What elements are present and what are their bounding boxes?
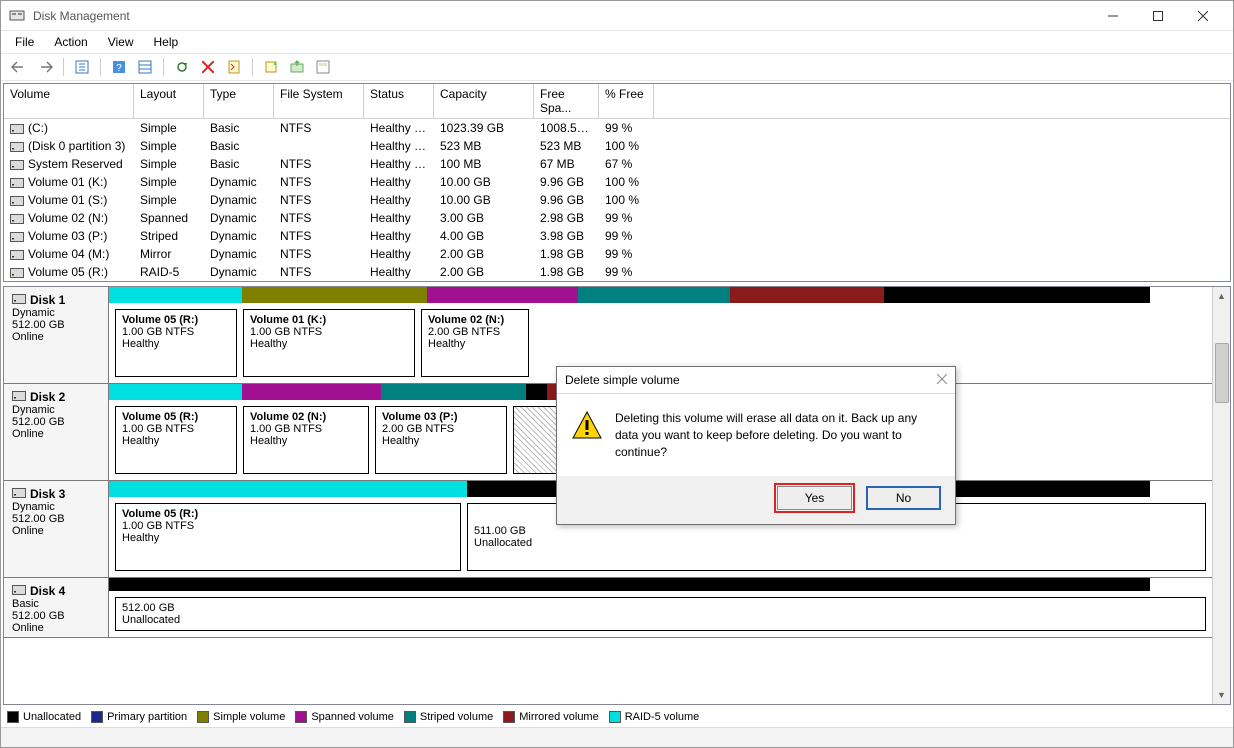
dialog-message: Deleting this volume will erase all data… <box>615 410 941 460</box>
scroll-up-icon[interactable]: ▲ <box>1215 289 1229 303</box>
delete-volume-dialog: Delete simple volume Deleting this volum… <box>556 366 956 525</box>
scroll-down-icon[interactable]: ▼ <box>1215 688 1229 702</box>
disk-icon <box>12 390 26 404</box>
col-filesystem[interactable]: File System <box>274 84 364 118</box>
menu-view[interactable]: View <box>100 33 142 51</box>
volume-row[interactable]: Volume 05 (R:)RAID-5DynamicNTFSHealthy2.… <box>4 263 1230 281</box>
delete-icon[interactable] <box>198 57 218 77</box>
drive-icon <box>10 195 24 205</box>
properties-icon[interactable] <box>224 57 244 77</box>
drive-icon <box>10 141 24 151</box>
drive-icon <box>10 231 24 241</box>
drive-icon <box>10 177 24 187</box>
disk-icon <box>12 584 26 598</box>
volume-list: Volume Layout Type File System Status Ca… <box>3 83 1231 282</box>
col-volume[interactable]: Volume <box>4 84 134 118</box>
legend-spanned: Spanned volume <box>295 711 394 723</box>
volume-box[interactable]: Volume 02 (N:)1.00 GB NTFSHealthy <box>243 406 369 474</box>
legend-primary: Primary partition <box>91 711 187 723</box>
drive-icon <box>10 123 24 133</box>
disk-icon <box>12 293 26 307</box>
volume-box[interactable]: Volume 01 (K:)1.00 GB NTFSHealthy <box>243 309 415 377</box>
col-type[interactable]: Type <box>204 84 274 118</box>
vertical-scrollbar[interactable]: ▲ ▼ <box>1212 287 1230 704</box>
drive-icon <box>10 267 24 277</box>
back-button[interactable] <box>9 57 29 77</box>
new-icon[interactable] <box>261 57 281 77</box>
warning-icon <box>571 410 603 442</box>
legend-unallocated: Unallocated <box>7 711 81 723</box>
drive-icon <box>10 159 24 169</box>
show-hide-console-tree-icon[interactable] <box>72 57 92 77</box>
volume-box[interactable]: Volume 05 (R:)1.00 GB NTFSHealthy <box>115 503 461 571</box>
minimize-button[interactable] <box>1090 2 1135 30</box>
unallocated-box[interactable]: 512.00 GBUnallocated <box>115 597 1206 631</box>
col-layout[interactable]: Layout <box>134 84 204 118</box>
volume-list-header: Volume Layout Type File System Status Ca… <box>4 84 1230 119</box>
app-icon <box>9 8 25 24</box>
close-button[interactable] <box>1180 2 1225 30</box>
dialog-no-button[interactable]: No <box>866 486 941 510</box>
volume-box[interactable]: Volume 02 (N:)2.00 GB NTFSHealthy <box>421 309 529 377</box>
disk-icon <box>12 487 26 501</box>
volume-box[interactable]: Volume 05 (R:)1.00 GB NTFSHealthy <box>115 406 237 474</box>
window-controls <box>1090 2 1225 30</box>
volume-row[interactable]: Volume 01 (K:)SimpleDynamicNTFSHealthy10… <box>4 173 1230 191</box>
window-title: Disk Management <box>33 9 1090 23</box>
volume-box[interactable]: Volume 03 (P:)2.00 GB NTFSHealthy <box>375 406 507 474</box>
volume-row[interactable]: (C:)SimpleBasicNTFSHealthy (B...1023.39 … <box>4 119 1230 137</box>
disk-color-bar <box>109 287 1212 303</box>
menu-action[interactable]: Action <box>46 33 95 51</box>
scroll-thumb[interactable] <box>1215 343 1229 403</box>
volume-row[interactable]: Volume 04 (M:)MirrorDynamicNTFSHealthy2.… <box>4 245 1230 263</box>
disk-info[interactable]: Disk 1Dynamic512.00 GBOnline <box>4 287 109 383</box>
col-pfree[interactable]: % Free <box>599 84 654 118</box>
dialog-close-icon[interactable] <box>937 373 947 387</box>
volume-row[interactable]: Volume 02 (N:)SpannedDynamicNTFSHealthy3… <box>4 209 1230 227</box>
volume-row[interactable]: System ReservedSimpleBasicNTFSHealthy (S… <box>4 155 1230 173</box>
detach-vhd-icon[interactable] <box>313 57 333 77</box>
disk-info[interactable]: Disk 4Basic512.00 GBOnline <box>4 578 109 637</box>
titlebar: Disk Management <box>1 1 1233 31</box>
toolbar: ? <box>1 53 1233 81</box>
drive-icon <box>10 249 24 259</box>
menubar: File Action View Help <box>1 31 1233 53</box>
volume-list-body[interactable]: (C:)SimpleBasicNTFSHealthy (B...1023.39 … <box>4 119 1230 281</box>
menu-file[interactable]: File <box>7 33 42 51</box>
maximize-button[interactable] <box>1135 2 1180 30</box>
legend-simple: Simple volume <box>197 711 285 723</box>
disk-info[interactable]: Disk 2Dynamic512.00 GBOnline <box>4 384 109 480</box>
dialog-yes-button[interactable]: Yes <box>777 486 852 510</box>
col-spacer <box>654 84 699 118</box>
list-icon[interactable] <box>135 57 155 77</box>
menu-help[interactable]: Help <box>146 33 187 51</box>
disk-row: Disk 4Basic512.00 GBOnline512.00 GBUnall… <box>4 578 1212 638</box>
legend-striped: Striped volume <box>404 711 493 723</box>
legend-mirrored: Mirrored volume <box>503 711 598 723</box>
col-capacity[interactable]: Capacity <box>434 84 534 118</box>
refresh-icon[interactable] <box>172 57 192 77</box>
volume-row[interactable]: Volume 01 (S:)SimpleDynamicNTFSHealthy10… <box>4 191 1230 209</box>
dialog-titlebar: Delete simple volume <box>557 367 955 394</box>
statusbar <box>1 727 1233 747</box>
volume-row[interactable]: Volume 03 (P:)StripedDynamicNTFSHealthy4… <box>4 227 1230 245</box>
disk-color-bar <box>109 578 1212 591</box>
legend: Unallocated Primary partition Simple vol… <box>1 707 1233 727</box>
disk-info[interactable]: Disk 3Dynamic512.00 GBOnline <box>4 481 109 577</box>
help-icon[interactable]: ? <box>109 57 129 77</box>
legend-raid5: RAID-5 volume <box>609 711 700 723</box>
forward-button[interactable] <box>35 57 55 77</box>
volume-box[interactable]: Volume 05 (R:)1.00 GB NTFSHealthy <box>115 309 237 377</box>
drive-icon <box>10 213 24 223</box>
svg-text:?: ? <box>116 63 122 74</box>
attach-vhd-icon[interactable] <box>287 57 307 77</box>
col-status[interactable]: Status <box>364 84 434 118</box>
col-free[interactable]: Free Spa... <box>534 84 599 118</box>
volume-row[interactable]: (Disk 0 partition 3)SimpleBasicHealthy (… <box>4 137 1230 155</box>
dialog-title: Delete simple volume <box>565 373 680 387</box>
